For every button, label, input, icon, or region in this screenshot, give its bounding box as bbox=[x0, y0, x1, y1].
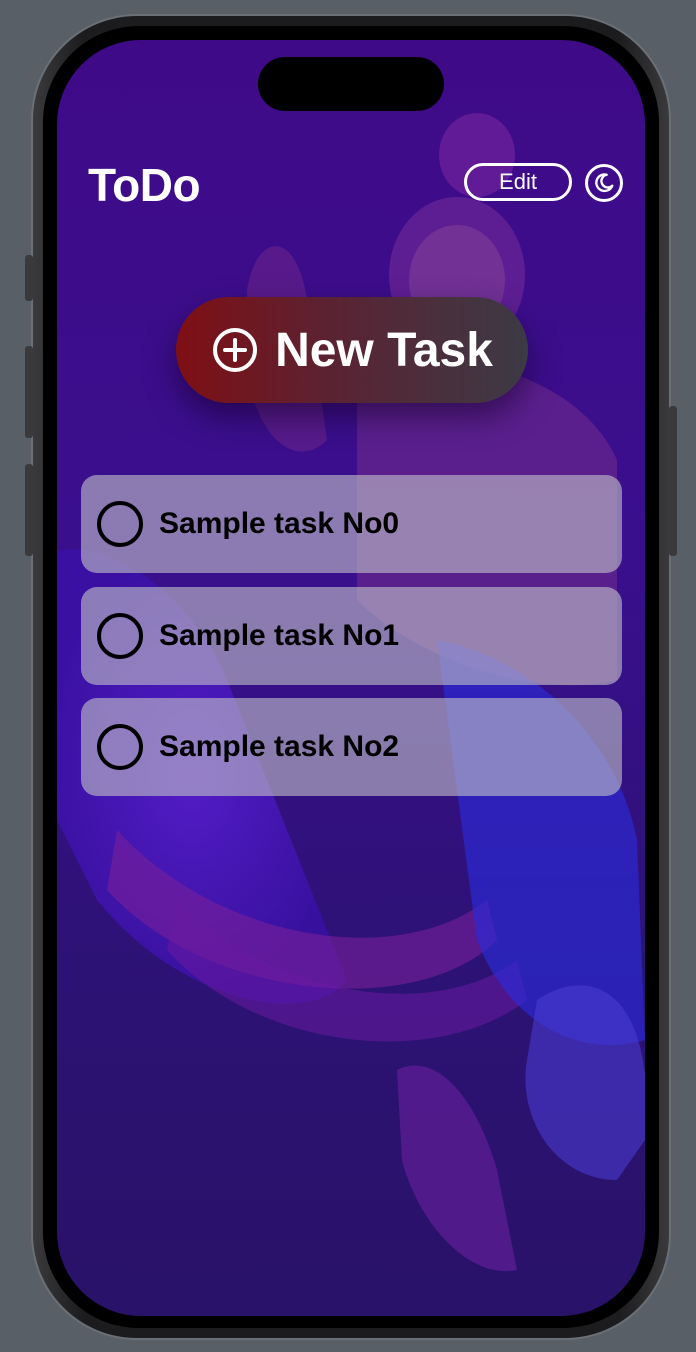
task-checkbox[interactable] bbox=[97, 501, 143, 547]
edit-button[interactable]: Edit bbox=[464, 163, 572, 201]
edit-button-label: Edit bbox=[499, 169, 537, 194]
dynamic-island bbox=[258, 57, 444, 111]
volume-up-button bbox=[25, 346, 33, 438]
new-task-button[interactable]: New Task bbox=[176, 297, 528, 403]
action-button bbox=[25, 255, 33, 301]
new-task-label: New Task bbox=[275, 323, 493, 377]
task-checkbox[interactable] bbox=[97, 724, 143, 770]
task-label: Sample task No1 bbox=[159, 619, 400, 652]
task-label: Sample task No0 bbox=[159, 507, 400, 540]
task-checkbox[interactable] bbox=[97, 613, 143, 659]
task-item[interactable]: Sample task No1 bbox=[81, 587, 622, 685]
volume-down-button bbox=[25, 464, 33, 556]
theme-toggle-button[interactable] bbox=[585, 164, 623, 202]
power-button bbox=[669, 406, 677, 556]
plus-circle-icon bbox=[213, 328, 258, 372]
task-label: Sample task No2 bbox=[159, 730, 400, 763]
task-item[interactable]: Sample task No0 bbox=[81, 475, 622, 573]
task-item[interactable]: Sample task No2 bbox=[81, 698, 622, 796]
app-title: ToDo bbox=[88, 159, 201, 211]
moon-icon bbox=[595, 173, 614, 193]
app-screen: ToDo Edit New Task Sample task No0 Sampl… bbox=[57, 40, 645, 1316]
